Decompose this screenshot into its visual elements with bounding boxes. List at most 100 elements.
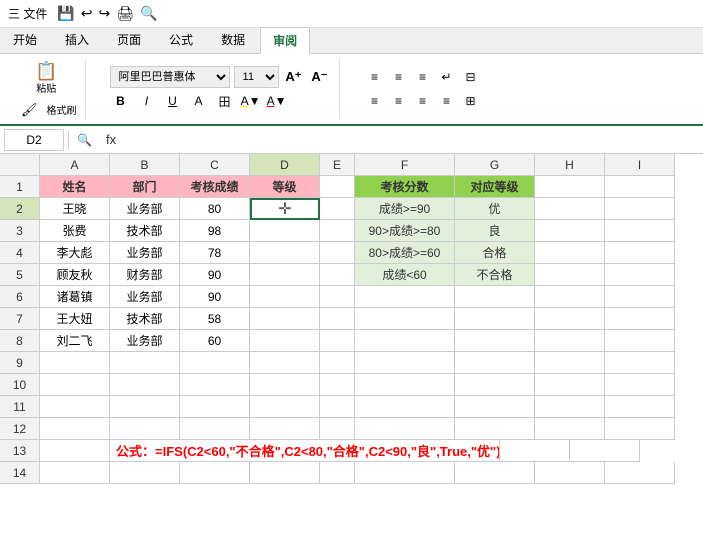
cell-d6[interactable] — [250, 286, 320, 308]
align-top-left-button[interactable]: ≡ — [364, 66, 386, 88]
cell-f2[interactable]: 成绩>=90 — [355, 198, 455, 220]
cell-e8[interactable] — [320, 330, 355, 352]
cell-a4[interactable]: 李大彪 — [40, 242, 110, 264]
align-top-center-button[interactable]: ≡ — [388, 66, 410, 88]
cell-b14[interactable] — [110, 462, 180, 484]
row-header-1[interactable]: 1 — [0, 176, 40, 198]
cell-b7[interactable]: 技术部 — [110, 308, 180, 330]
cell-i10[interactable] — [605, 374, 675, 396]
cell-c12[interactable] — [180, 418, 250, 440]
cell-e3[interactable] — [320, 220, 355, 242]
cell-h2[interactable] — [535, 198, 605, 220]
tab-data[interactable]: 数据 — [208, 26, 258, 53]
cell-d14[interactable] — [250, 462, 320, 484]
cell-b1[interactable]: 部门 — [110, 176, 180, 198]
cell-i14[interactable] — [605, 462, 675, 484]
cell-b11[interactable] — [110, 396, 180, 418]
cell-f8[interactable] — [355, 330, 455, 352]
cell-i13[interactable] — [570, 440, 640, 462]
cell-e10[interactable] — [320, 374, 355, 396]
cell-f6[interactable] — [355, 286, 455, 308]
cell-h1[interactable] — [535, 176, 605, 198]
align-bottom-right-button[interactable]: ≡ — [412, 90, 434, 112]
cell-h13[interactable] — [500, 440, 570, 462]
cell-a8[interactable]: 刘二飞 — [40, 330, 110, 352]
cell-a3[interactable]: 张费 — [40, 220, 110, 242]
cell-a14[interactable] — [40, 462, 110, 484]
cell-g5[interactable]: 不合格 — [455, 264, 535, 286]
row-header-10[interactable]: 10 — [0, 374, 40, 396]
search-icon[interactable]: 🔍 — [140, 5, 157, 22]
cell-f1[interactable]: 考核分数 — [355, 176, 455, 198]
font-color-button[interactable]: A ▼ — [266, 90, 288, 112]
cell-c1[interactable]: 考核成绩 — [180, 176, 250, 198]
print-icon[interactable]: 🖨 — [116, 5, 134, 22]
cell-reference-input[interactable] — [4, 129, 64, 151]
col-header-e[interactable]: E — [320, 154, 355, 176]
cell-g10[interactable] — [455, 374, 535, 396]
cell-a1[interactable]: 姓名 — [40, 176, 110, 198]
italic-button[interactable]: I — [136, 90, 158, 112]
cell-i6[interactable] — [605, 286, 675, 308]
cell-e6[interactable] — [320, 286, 355, 308]
row-header-3[interactable]: 3 — [0, 220, 40, 242]
cell-h11[interactable] — [535, 396, 605, 418]
cell-g9[interactable] — [455, 352, 535, 374]
cell-e11[interactable] — [320, 396, 355, 418]
tab-insert[interactable]: 插入 — [52, 26, 102, 53]
cell-d9[interactable] — [250, 352, 320, 374]
indent-decrease-button[interactable]: ≡ — [436, 90, 458, 112]
cell-a2[interactable]: 王晓 — [40, 198, 110, 220]
cell-c10[interactable] — [180, 374, 250, 396]
cell-h12[interactable] — [535, 418, 605, 440]
cell-e1[interactable] — [320, 176, 355, 198]
format-painter-button[interactable]: 🖌 — [16, 100, 43, 119]
redo-icon[interactable]: ↪ — [99, 5, 111, 22]
cell-a9[interactable] — [40, 352, 110, 374]
cell-e14[interactable] — [320, 462, 355, 484]
cell-b5[interactable]: 财务部 — [110, 264, 180, 286]
cell-g7[interactable] — [455, 308, 535, 330]
merge-center-button[interactable]: ⊟ — [460, 66, 482, 88]
cell-f5[interactable]: 成绩<60 — [355, 264, 455, 286]
tab-start[interactable]: 开始 — [0, 26, 50, 53]
cell-f9[interactable] — [355, 352, 455, 374]
cell-c7[interactable]: 58 — [180, 308, 250, 330]
font-shrink-button[interactable]: A⁻ — [309, 66, 331, 88]
cell-i1[interactable] — [605, 176, 675, 198]
col-header-f[interactable]: F — [355, 154, 455, 176]
cell-g8[interactable] — [455, 330, 535, 352]
align-bottom-left-button[interactable]: ≡ — [364, 90, 386, 112]
cell-c6[interactable]: 90 — [180, 286, 250, 308]
cell-a13[interactable] — [40, 440, 110, 462]
cell-i2[interactable] — [605, 198, 675, 220]
cell-f3[interactable]: 90>成绩>=80 — [355, 220, 455, 242]
row-header-12[interactable]: 12 — [0, 418, 40, 440]
cell-e9[interactable] — [320, 352, 355, 374]
cell-g2[interactable]: 优 — [455, 198, 535, 220]
cell-d3[interactable] — [250, 220, 320, 242]
strikethrough-button[interactable]: A — [188, 90, 210, 112]
cell-a12[interactable] — [40, 418, 110, 440]
cell-a10[interactable] — [40, 374, 110, 396]
cell-i11[interactable] — [605, 396, 675, 418]
cell-f12[interactable] — [355, 418, 455, 440]
cell-h8[interactable] — [535, 330, 605, 352]
row-header-4[interactable]: 4 — [0, 242, 40, 264]
cell-c9[interactable] — [180, 352, 250, 374]
cell-d5[interactable] — [250, 264, 320, 286]
menu-label[interactable]: 三 文件 — [8, 5, 47, 22]
cell-b13-merged[interactable]: 公式：=IFS(C2<60,"不合格",C2<80,"合格",C2<90,"良"… — [110, 440, 500, 462]
cell-h9[interactable] — [535, 352, 605, 374]
cell-e2[interactable] — [320, 198, 355, 220]
cell-f4[interactable]: 80>成绩>=60 — [355, 242, 455, 264]
col-header-g[interactable]: G — [455, 154, 535, 176]
col-header-i[interactable]: I — [605, 154, 675, 176]
cell-e4[interactable] — [320, 242, 355, 264]
font-size-select[interactable]: 11 — [234, 66, 279, 88]
cell-h4[interactable] — [535, 242, 605, 264]
cell-b6[interactable]: 业务部 — [110, 286, 180, 308]
cell-b4[interactable]: 业务部 — [110, 242, 180, 264]
wrap-text-button[interactable]: ↵ — [436, 66, 458, 88]
row-header-8[interactable]: 8 — [0, 330, 40, 352]
